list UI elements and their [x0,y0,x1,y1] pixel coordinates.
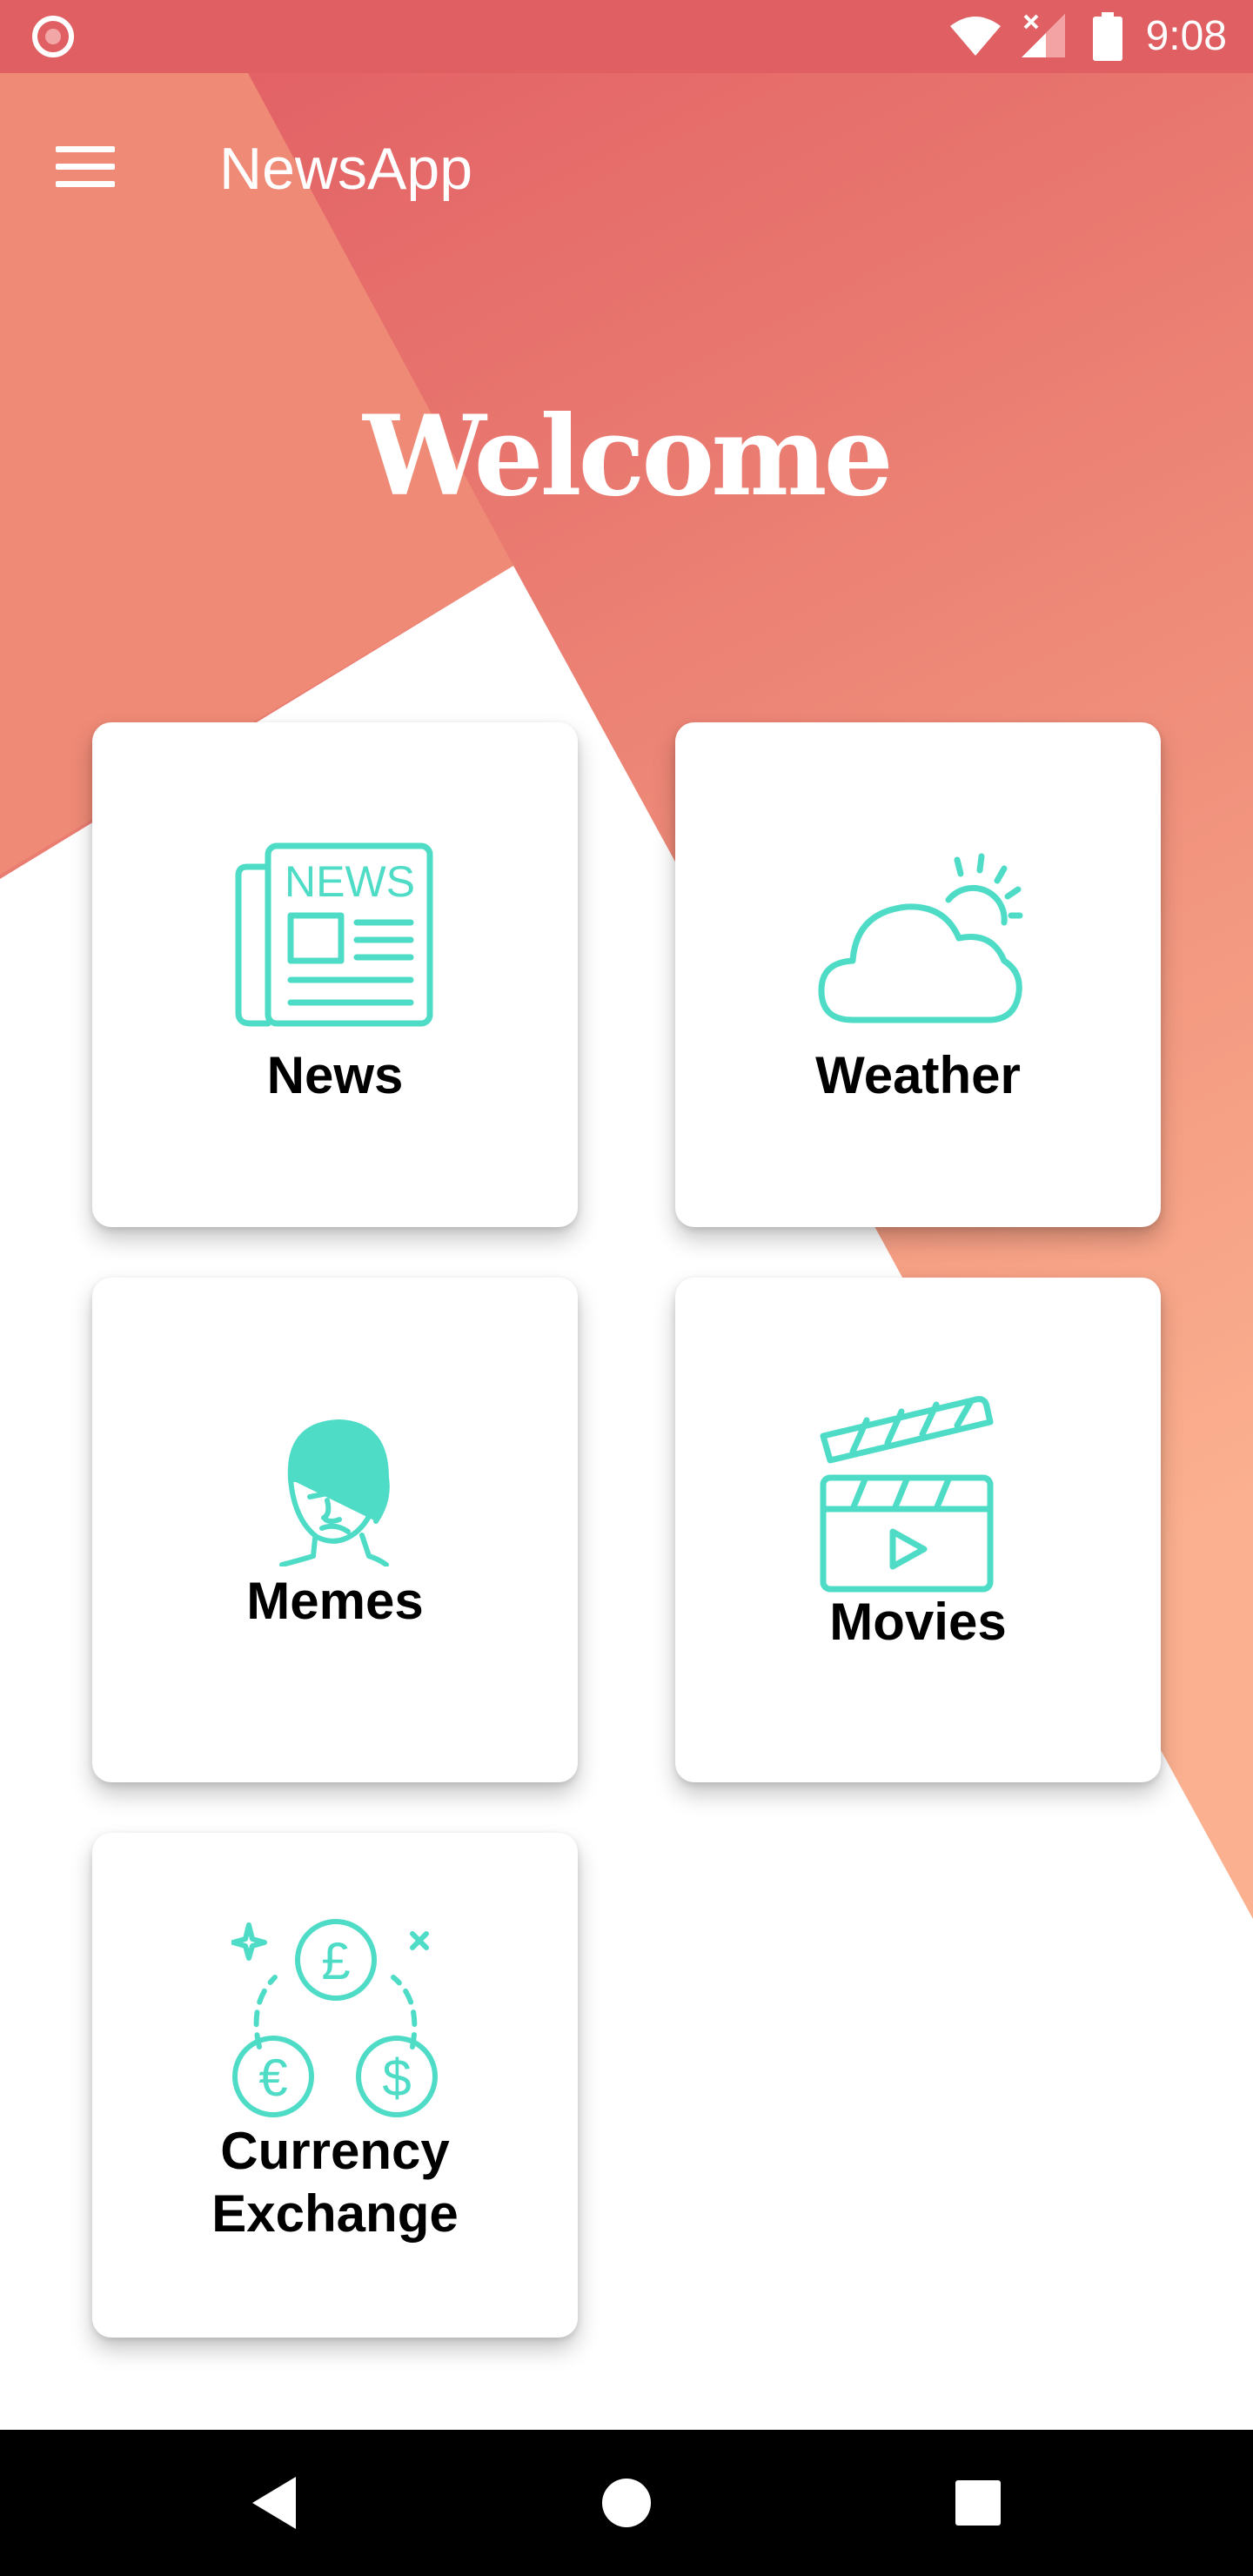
weather-label: Weather [815,1046,1021,1104]
meme-face-icon [279,1419,390,1566]
cloud-sun-icon [818,853,1023,1023]
weather-card[interactable]: Weather [675,722,1161,1227]
signal-icon [1022,14,1065,57]
svg-text:$: $ [382,2049,411,2107]
svg-text:€: € [258,2049,287,2107]
svg-text:NEWS: NEWS [285,857,415,906]
record-icon [32,16,74,57]
currency-exchange-card[interactable]: £ € $ Currency Exchange [92,1833,578,2338]
news-card[interactable]: NEWS News [92,722,578,1227]
memes-card[interactable]: Memes [92,1278,578,1782]
app-title: NewsApp [219,136,473,202]
currency-exchange-icon: £ € $ [231,1919,438,2117]
navigation-bar [0,2430,1253,2576]
app-toolbar: NewsApp [0,73,1253,247]
movies-card[interactable]: Movies [675,1278,1161,1782]
hamburger-menu-icon[interactable] [44,125,127,209]
battery-icon [1093,12,1122,61]
welcome-heading: Welcome [363,392,894,520]
memes-label: Memes [246,1572,424,1630]
clock: 9:08 [1145,13,1227,59]
back-triangle-icon[interactable] [233,2465,320,2541]
home-circle-icon[interactable] [583,2465,670,2541]
clapperboard-icon [820,1396,994,1593]
news-label: News [266,1046,404,1104]
wifi-icon [950,17,1001,56]
status-bar: 9:08 [0,0,1253,73]
newspaper-icon: NEWS [235,842,433,1027]
currency-label-line2: Exchange [211,2184,459,2243]
svg-text:£: £ [321,1932,350,1990]
movies-label: Movies [829,1593,1007,1651]
currency-label-line1: Currency [220,2122,450,2180]
recents-square-icon[interactable] [935,2465,1022,2541]
